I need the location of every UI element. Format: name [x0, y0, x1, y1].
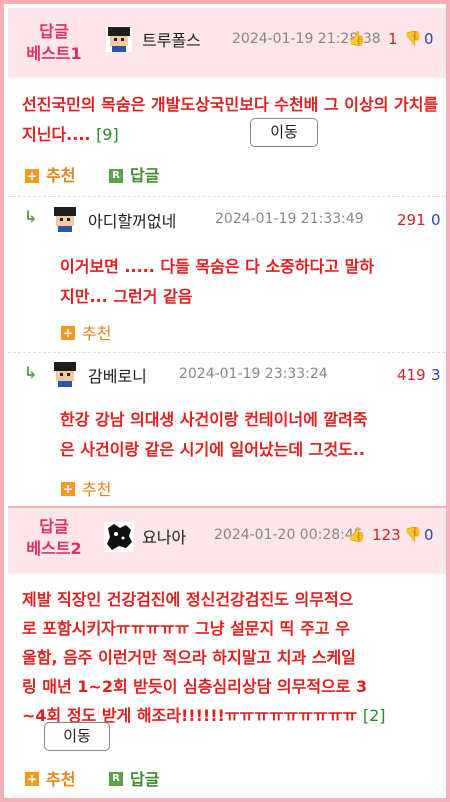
avatar[interactable] — [50, 204, 80, 234]
comment-count[interactable]: [9] — [96, 125, 119, 144]
comment-text-line: 이거보면 ..... 다들 목숨은 다 소중하다고 말하 — [60, 257, 375, 276]
downvote-count: 0 — [424, 30, 434, 48]
upvote-count: 1 — [388, 30, 398, 48]
reply-badge-icon: R — [109, 169, 123, 183]
best2-badge-line2: 베스트2 — [26, 539, 82, 558]
comment-text: 제발 직장인 건강검진에 정신건강검진도 의무적으 로 포함시키자ㅠㅠㅠㅠㅠ 그… — [22, 585, 442, 730]
comment-date: 2024-01-19 23:33:24 — [179, 366, 328, 382]
comment-panel: 답글 베스트1 트루폴스 2024-01-19 21:28:38 👍 1 👎 0… — [0, 0, 450, 802]
downvote-count: 0 — [431, 211, 441, 229]
comment-text: 선진국민의 목숨은 개발도상국민보다 수천배 그 이상의 가치를 지닌다....… — [22, 90, 442, 150]
plus-icon: + — [61, 326, 75, 340]
reply-button[interactable]: 답글 — [130, 162, 159, 186]
reply-arrow-icon: ↳ — [24, 363, 38, 382]
reply-arrow-icon: ↳ — [24, 207, 38, 226]
divider — [8, 196, 446, 197]
downvote-count: 0 — [424, 526, 434, 544]
avatar[interactable] — [104, 522, 134, 552]
avatar[interactable] — [50, 359, 80, 389]
plus-icon: + — [25, 772, 39, 786]
thumbs-down-icon[interactable]: 👎 — [404, 31, 421, 47]
comment-count[interactable]: [2] — [363, 706, 386, 725]
move-button[interactable]: 이동 — [250, 118, 318, 147]
recommend-button[interactable]: 추천 — [46, 162, 75, 186]
upvote-count: 419 — [397, 366, 426, 384]
comment-date: 2024-01-19 21:33:49 — [215, 211, 364, 227]
comment-date: 2024-01-20 00:28:45 — [214, 527, 363, 543]
thumbs-up-icon[interactable]: 👍 — [348, 527, 365, 543]
comment-text-line: 은 사건이랑 같은 시기에 일어났는데 그것도.. — [60, 440, 365, 459]
comment-text-line: 제발 직장인 건강검진에 정신건강검진도 의무적으 — [22, 590, 354, 609]
recommend-button[interactable]: 추천 — [82, 320, 111, 344]
comment-text: 한강 강남 의대생 사건이랑 컨테이너에 깔려죽 은 사건이랑 같은 시기에 일… — [60, 405, 440, 465]
recommend-button[interactable]: 추천 — [46, 766, 75, 790]
best1-badge-line2: 베스트1 — [26, 44, 82, 63]
recommend-button[interactable]: 추천 — [82, 476, 111, 500]
best2-badge: 답글 베스트2 — [12, 516, 96, 560]
author-name[interactable]: 요나아 — [142, 524, 186, 548]
best1-badge: 답글 베스트1 — [12, 21, 96, 65]
plus-icon: + — [25, 169, 39, 183]
plus-icon: + — [61, 482, 75, 496]
reply-button[interactable]: 답글 — [130, 766, 159, 790]
author-name[interactable]: 감베로니 — [88, 363, 147, 387]
upvote-count: 291 — [397, 211, 426, 229]
comment-text-line: 링 매년 1~2회 받듯이 심층심리상담 의무적으로 3 — [22, 677, 368, 696]
comment-text-content: 선진국민의 목숨은 개발도상국민보다 수천배 그 이상의 가치를 지닌다.... — [22, 95, 439, 144]
comment-text-line: 로 포함시키자ㅠㅠㅠㅠㅠ 그냥 설문지 띡 주고 우 — [22, 619, 350, 638]
best2-badge-line1: 답글 — [39, 517, 69, 536]
comment-text-line: 한강 강남 의대생 사건이랑 컨테이너에 깔려죽 — [60, 410, 368, 429]
upvote-count: 123 — [372, 526, 401, 544]
thumbs-down-icon[interactable]: 👎 — [404, 527, 421, 543]
comment-text: 이거보면 ..... 다들 목숨은 다 소중하다고 말하 지만... 그런거 같… — [60, 252, 440, 312]
comment-text-line: 지만... 그런거 같음 — [60, 287, 193, 306]
author-name[interactable]: 트루폴스 — [142, 27, 201, 51]
best1-badge-line1: 답글 — [39, 22, 69, 41]
avatar[interactable] — [104, 24, 134, 54]
thumbs-up-icon[interactable]: 👍 — [348, 31, 365, 47]
move-button[interactable]: 이동 — [44, 722, 110, 751]
comment-text-line: 울함, 음주 이런거만 적으라 하지말고 치과 스케일 — [22, 648, 356, 667]
best1-header: 답글 베스트1 트루폴스 2024-01-19 21:28:38 👍 1 👎 0 — [8, 8, 446, 78]
best2-header: 답글 베스트2 요나아 2024-01-20 00:28:45 👍 123 👎 … — [8, 508, 446, 574]
downvote-count: 3 — [431, 366, 441, 384]
reply-badge-icon: R — [109, 772, 123, 786]
divider — [8, 352, 446, 353]
author-name[interactable]: 아디할꺼없네 — [88, 208, 176, 232]
